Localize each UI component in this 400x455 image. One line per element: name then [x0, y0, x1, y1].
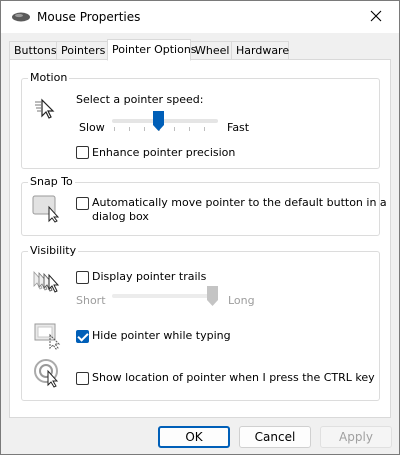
ok-button[interactable]: OK — [158, 426, 230, 448]
pointer-options-panel: Motion Select a pointer speed: Slow Fast… — [9, 59, 391, 418]
snap-to-group: Snap To Automatically move pointer to th… — [21, 175, 387, 236]
motion-legend: Motion — [28, 71, 70, 85]
pointer-trails-thumb[interactable] — [207, 286, 218, 306]
short-label: Short — [76, 294, 106, 307]
hide-pointer-typing-checkbox[interactable] — [76, 330, 89, 343]
long-label: Long — [228, 294, 255, 307]
ctrl-location-label[interactable]: Show location of pointer when I press th… — [92, 371, 375, 385]
close-button[interactable] — [353, 1, 399, 33]
mouse-icon — [11, 11, 31, 23]
pointer-trails-slider[interactable] — [112, 286, 218, 310]
apply-button[interactable]: Apply — [320, 426, 392, 448]
hide-pointer-typing-icon — [34, 322, 64, 354]
enhance-precision-label[interactable]: Enhance pointer precision — [92, 146, 235, 160]
snap-to-label-line2[interactable]: dialog box — [92, 210, 149, 224]
cancel-button[interactable]: Cancel — [239, 426, 311, 448]
snap-to-default-button-icon — [32, 193, 62, 227]
show-pointer-location-icon — [34, 357, 64, 393]
enhance-precision-checkbox[interactable] — [76, 146, 89, 159]
snap-to-label-line1[interactable]: Automatically move pointer to the defaul… — [92, 196, 387, 210]
fast-label: Fast — [227, 121, 250, 134]
title-bar: Mouse Properties — [1, 1, 399, 33]
pointer-speed-label: Select a pointer speed: — [76, 93, 204, 106]
tab-hardware[interactable]: Hardware — [231, 41, 289, 59]
close-icon — [370, 10, 382, 25]
tab-buttons[interactable]: Buttons — [9, 41, 57, 59]
pointer-speed-slider[interactable] — [112, 111, 218, 135]
tab-pointer-options[interactable]: Pointer Options — [107, 39, 197, 61]
visibility-group: Visibility Display pointer trails Short … — [21, 244, 380, 401]
visibility-legend: Visibility — [28, 244, 79, 258]
motion-group: Motion Select a pointer speed: Slow Fast… — [21, 71, 380, 169]
ctrl-location-checkbox[interactable] — [76, 372, 89, 385]
mouse-properties-dialog: Mouse Properties Buttons Pointers Pointe… — [0, 0, 400, 455]
pointer-speed-icon — [34, 97, 58, 125]
tab-pointers[interactable]: Pointers — [56, 41, 108, 59]
snap-to-checkbox[interactable] — [76, 197, 89, 210]
pointer-speed-thumb[interactable] — [153, 111, 164, 131]
window-title: Mouse Properties — [37, 10, 141, 24]
snap-to-legend: Snap To — [28, 175, 75, 189]
pointer-trails-label[interactable]: Display pointer trails — [92, 270, 206, 284]
pointer-trails-icon — [32, 268, 66, 300]
slow-label: Slow — [79, 121, 105, 134]
pointer-trails-checkbox[interactable] — [76, 271, 89, 284]
hide-pointer-typing-label[interactable]: Hide pointer while typing — [92, 329, 231, 343]
